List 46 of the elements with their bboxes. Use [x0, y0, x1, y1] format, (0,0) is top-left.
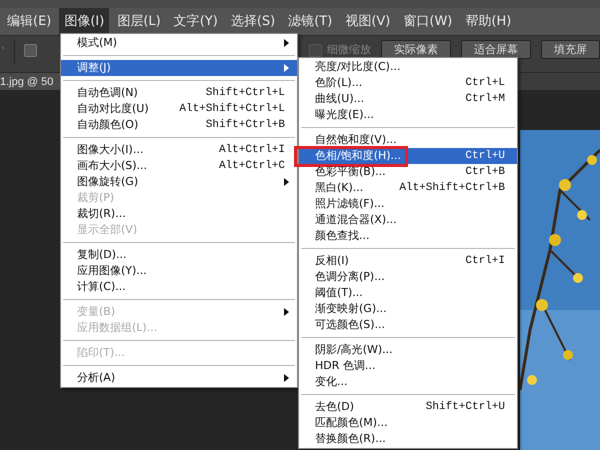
menu-item[interactable]: 复制(D)... [61, 247, 297, 263]
menu-item[interactable]: 色彩平衡(B)... Ctrl+B [299, 164, 517, 180]
menu-item[interactable]: 匹配颜色(M)... [299, 415, 517, 431]
menu-item[interactable]: 裁切(R)... [61, 206, 297, 222]
menu-item[interactable]: 调整(J) [61, 60, 297, 76]
menu-bar-item[interactable]: 滤镜(T) [283, 8, 338, 35]
menu-item[interactable]: 自动对比度(U) Alt+Shift+Ctrl+L [61, 101, 297, 117]
menu-item[interactable]: 应用图像(Y)... [61, 263, 297, 279]
toolbar-button[interactable]: 适合屏幕 [461, 40, 531, 59]
menu-bar-item[interactable]: 选择(S) [226, 8, 280, 35]
menu-item[interactable]: 色阶(L)... Ctrl+L [299, 75, 517, 91]
checkbox-label: 细微缩放 [327, 42, 371, 58]
menu-item[interactable]: 亮度/对比度(C)... [299, 59, 517, 75]
toolbar-button[interactable]: 填充屏 [541, 40, 600, 59]
menu-item[interactable]: 变化... [299, 374, 517, 390]
menu-item[interactable]: 自动颜色(O) Shift+Ctrl+B [61, 117, 297, 133]
menu-item[interactable]: 反相(I) Ctrl+I [299, 253, 517, 269]
menu-item[interactable]: 颜色查找... [299, 228, 517, 244]
menu-bar-item[interactable]: 编辑(E) [2, 8, 56, 35]
menu-item[interactable]: 图像大小(I)... Alt+Ctrl+I [61, 142, 297, 158]
menu-item[interactable]: 色相/饱和度(H)... Ctrl+U [299, 148, 517, 164]
menu-item[interactable]: 分析(A) [61, 370, 297, 386]
menu-item[interactable]: 可选颜色(S)... [299, 317, 517, 333]
menu-item[interactable]: 模式(M) [61, 35, 297, 51]
menu-item[interactable]: 通道混合器(X)... [299, 212, 517, 228]
menu-bar-item[interactable]: 图层(L) [112, 8, 166, 35]
menu-bar-item[interactable]: 窗口(W) [398, 8, 458, 35]
menu-item[interactable]: HDR 色调... [299, 358, 517, 374]
menu-item[interactable]: 自然饱和度(V)... [299, 132, 517, 148]
menu-item[interactable]: 画布大小(S)... Alt+Ctrl+C [61, 158, 297, 174]
menu-item[interactable]: 计算(C)... [61, 279, 297, 295]
menu-item[interactable]: 色调分离(P)... [299, 269, 517, 285]
menu-item[interactable]: 照片滤镜(F)... [299, 196, 517, 212]
menu-item[interactable]: 阈值(T)... [299, 285, 517, 301]
menu-item[interactable]: 曲线(U)... Ctrl+M [299, 91, 517, 107]
menu-bar-item[interactable]: 图像(I) [59, 8, 110, 35]
menu-item[interactable]: 阴影/高光(W)... [299, 342, 517, 358]
menu-bar-item[interactable]: 视图(V) [340, 8, 396, 35]
menu-bar-item[interactable]: 帮助(H) [460, 8, 516, 35]
menu-item[interactable]: 图像旋转(G) [61, 174, 297, 190]
menu-item[interactable]: 替换颜色(R)... [299, 431, 517, 447]
menu-item[interactable]: 曝光度(E)... [299, 107, 517, 123]
menu-item[interactable]: 黑白(K)... Alt+Shift+Ctrl+B [299, 180, 517, 196]
menu-bar-item[interactable]: 文字(Y) [168, 8, 223, 35]
menu-item[interactable]: 去色(D) Shift+Ctrl+U [299, 399, 517, 415]
menu-item[interactable]: 渐变映射(G)... [299, 301, 517, 317]
